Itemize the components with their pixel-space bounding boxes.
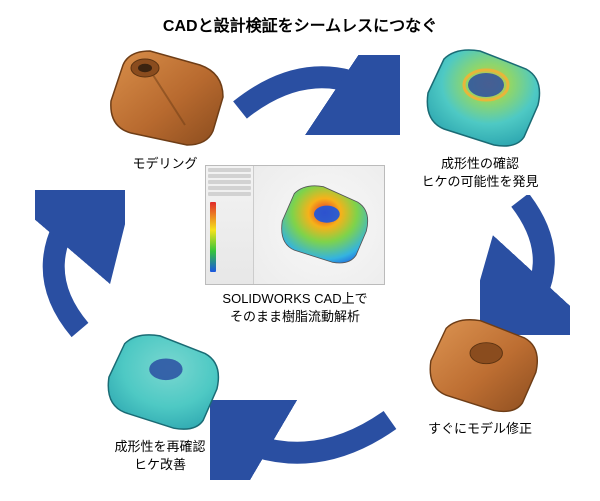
step-model-fix: すぐにモデル修正	[400, 315, 560, 438]
step-model-fix-caption: すぐにモデル修正	[400, 420, 560, 438]
part-modeling-icon	[95, 45, 235, 155]
arrow-left	[35, 190, 125, 340]
part-molding-check-icon	[410, 45, 550, 155]
color-scale-bar-icon	[210, 202, 216, 272]
part-recheck-icon	[90, 330, 230, 438]
step-recheck: 成形性を再確認 ヒケ改善	[75, 330, 245, 474]
step-molding-check: 成形性の確認 ヒケの可能性を発見	[395, 45, 565, 191]
part-model-fix-icon	[413, 315, 548, 420]
center-caption: SOLIDWORKS CAD上で そのまま樹脂流動解析	[160, 290, 430, 326]
screenshot-side-panel	[206, 166, 254, 284]
step-molding-check-caption: 成形性の確認 ヒケの可能性を発見	[395, 155, 565, 191]
arrow-top	[230, 55, 400, 135]
arrow-right	[480, 195, 570, 335]
screenshot-viewport	[254, 166, 384, 284]
step-modeling: モデリング	[85, 45, 245, 173]
step-recheck-caption: 成形性を再確認 ヒケ改善	[75, 438, 245, 474]
center-screenshot	[205, 165, 385, 285]
diagram-title: CADと設計検証をシームレスにつなぐ	[0, 12, 600, 36]
